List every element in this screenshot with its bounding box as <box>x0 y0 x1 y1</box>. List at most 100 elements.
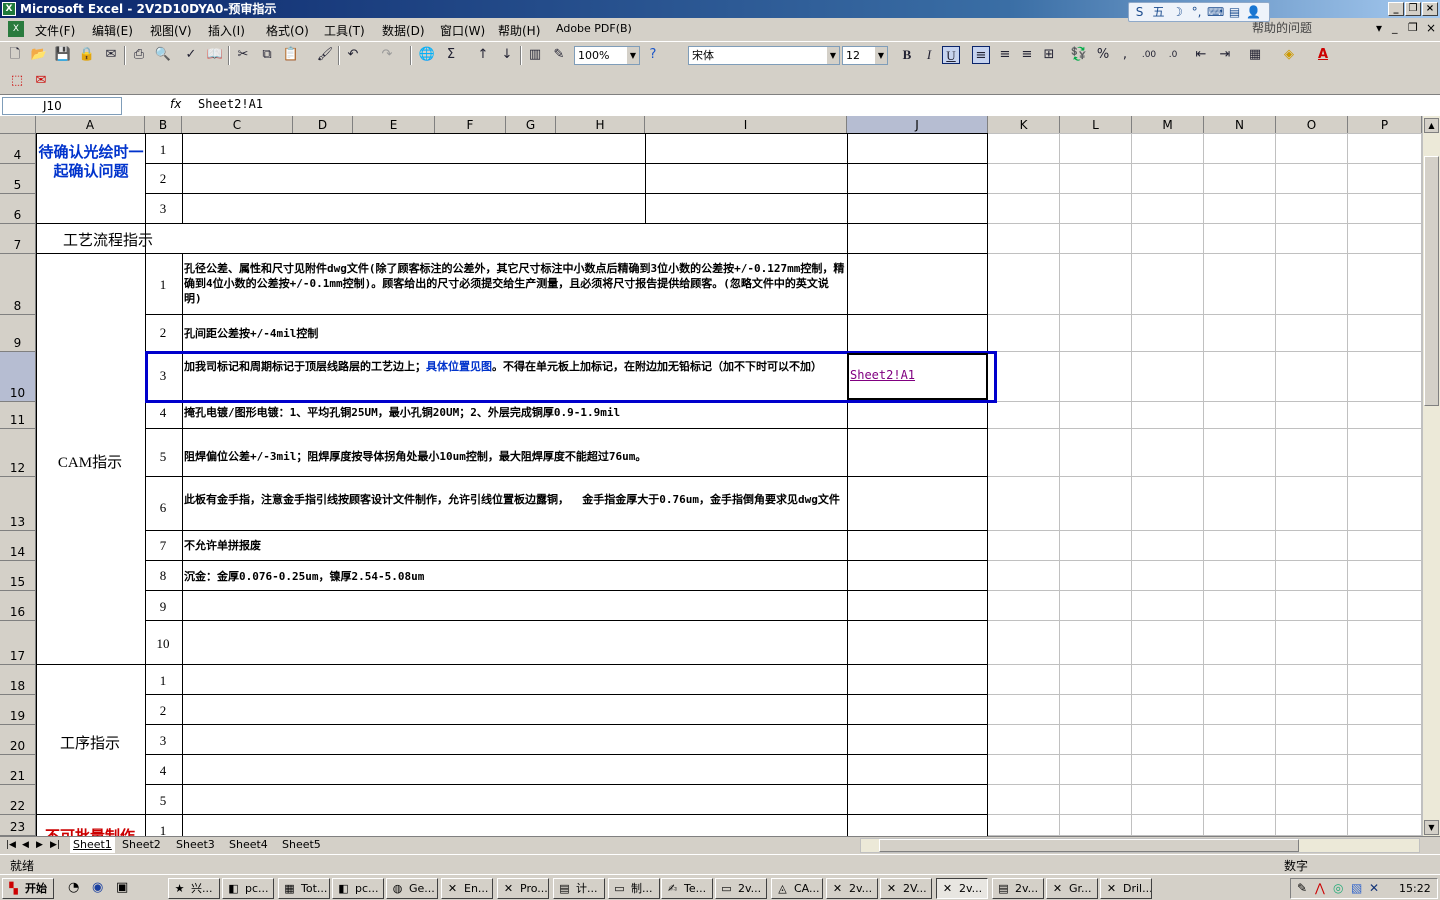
cam-text-4[interactable]: 掩孔电镀/图形电镀：1、平均孔铜25UM，最小孔铜20UM；2、外层完成铜厚0.… <box>184 405 846 420</box>
sheet-tab-4[interactable]: Sheet4 <box>229 837 268 853</box>
formula-input[interactable]: Sheet2!A1 <box>198 97 263 111</box>
horizontal-scrollbar[interactable] <box>860 838 1420 853</box>
chart-wizard-icon[interactable]: ▥ <box>526 46 544 64</box>
row-header-4[interactable]: 4 <box>0 134 36 164</box>
first-sheet-icon[interactable]: |◀ <box>6 837 16 853</box>
row-header-12[interactable]: 12 <box>0 429 36 477</box>
menu-file[interactable]: 文件(F) <box>35 22 75 39</box>
row-header-17[interactable]: 17 <box>0 621 36 665</box>
research-icon[interactable]: 📖 <box>206 46 224 64</box>
fill-color-icon[interactable]: ◈ <box>1280 46 1298 64</box>
cam-num-10[interactable]: 10 <box>146 636 180 652</box>
font-name-dropdown-icon[interactable]: ▼ <box>827 47 839 64</box>
copy-icon[interactable]: ⧉ <box>258 46 276 64</box>
row-header-23[interactable]: 23 <box>0 815 36 836</box>
vertical-scroll-thumb[interactable] <box>1424 156 1439 406</box>
ime-keyboard-icon[interactable]: ⌨ <box>1207 4 1224 20</box>
format-painter-icon[interactable]: 🖌 <box>316 46 334 64</box>
col-header-h[interactable]: H <box>556 116 645 134</box>
help-icon[interactable]: ? <box>644 46 662 64</box>
tray-icon-5[interactable]: ✕ <box>1369 881 1379 895</box>
row-header-18[interactable]: 18 <box>0 665 36 695</box>
decrease-decimal-icon[interactable]: .0 <box>1164 46 1182 64</box>
ime-logo-icon[interactable]: S <box>1131 4 1148 20</box>
percent-icon[interactable]: % <box>1094 46 1112 64</box>
comma-icon[interactable]: , <box>1116 46 1134 64</box>
col-header-j[interactable]: J <box>847 116 988 134</box>
cut-icon[interactable]: ✂ <box>234 46 252 64</box>
cam-num-6[interactable]: 6 <box>146 500 180 516</box>
tray-icon-2[interactable]: ⋀ <box>1315 881 1325 895</box>
align-right-icon[interactable]: ≡ <box>1018 46 1036 64</box>
restore-button[interactable]: ❐ <box>1405 2 1421 16</box>
doc-restore-button[interactable]: ❐ <box>1408 21 1418 34</box>
taskbar-item-7[interactable]: ✕ Pro... <box>497 878 549 899</box>
align-center-icon[interactable]: ≡ <box>996 46 1014 64</box>
undo-icon[interactable]: ↶ <box>344 46 362 64</box>
menu-insert[interactable]: 插入(I) <box>208 22 245 39</box>
cam-text-1[interactable]: 孔径公差、属性和尺寸见附件dwg文件(除了顾客标注的公差外，其它尺寸标注中小数点… <box>184 261 846 321</box>
row-header-11[interactable]: 11 <box>0 402 36 429</box>
row-header-13[interactable]: 13 <box>0 477 36 531</box>
zoom-combo[interactable]: 100% ▼ <box>574 46 640 65</box>
step-num-4[interactable]: 4 <box>146 763 180 779</box>
col-header-a[interactable]: A <box>36 116 145 134</box>
doc-close-button[interactable]: × <box>1426 21 1436 35</box>
cam-text-8[interactable]: 沉金：金厚0.076-0.25um，镍厚2.54-5.08um <box>184 569 846 584</box>
taskbar-item-17[interactable]: ✕ Gr... <box>1046 878 1098 899</box>
cam-num-9[interactable]: 9 <box>146 599 180 615</box>
col-header-g[interactable]: G <box>506 116 556 134</box>
taskbar-item-14[interactable]: ✕ 2V... <box>880 878 932 899</box>
cam-text-2[interactable]: 孔间距公差按+/-4mil控制 <box>184 326 846 341</box>
row-header-16[interactable]: 16 <box>0 591 36 621</box>
font-name-combo[interactable]: 宋体 ▼ <box>688 46 840 65</box>
menu-edit[interactable]: 编辑(E) <box>92 22 133 39</box>
quicklaunch-browser-icon[interactable]: ◉ <box>92 880 103 895</box>
cam-num-7[interactable]: 7 <box>146 538 180 554</box>
ime-user-icon[interactable]: 👤 <box>1245 4 1262 20</box>
convert-to-pdf-icon[interactable]: ⬚ <box>8 72 26 90</box>
paste-icon[interactable]: 📋 <box>282 46 300 64</box>
row-header-22[interactable]: 22 <box>0 785 36 815</box>
cam-text-7[interactable]: 不允许单拼报废 <box>184 538 846 553</box>
taskbar-item-11[interactable]: ▭ 2v... <box>715 878 767 899</box>
active-cell-j10[interactable] <box>847 353 988 400</box>
name-box[interactable]: J10 <box>2 97 122 115</box>
font-color-icon[interactable]: A <box>1314 46 1332 64</box>
sheet-tab-3[interactable]: Sheet3 <box>176 837 215 853</box>
merge-center-icon[interactable]: ⊞ <box>1040 46 1058 64</box>
taskbar-item-5[interactable]: ◍ Ge... <box>386 878 438 899</box>
ime-toolbar[interactable]: S 五 ☽ °, ⌨ ▤ 👤 <box>1128 2 1270 22</box>
nobatch-num-1[interactable]: 1 <box>146 823 180 836</box>
cell-b5[interactable]: 2 <box>146 171 180 187</box>
taskbar-item-18[interactable]: ✕ Dril... <box>1100 878 1152 899</box>
row-header-10[interactable]: 10 <box>0 352 36 402</box>
taskbar-item-13[interactable]: ✕ 2v... <box>826 878 878 899</box>
col-header-m[interactable]: M <box>1132 116 1204 134</box>
menu-adobe-pdf[interactable]: Adobe PDF(B) <box>556 22 632 35</box>
excel-icon[interactable]: X <box>2 2 16 16</box>
menu-view[interactable]: 视图(V) <box>150 22 192 39</box>
next-sheet-icon[interactable]: ▶ <box>36 837 43 853</box>
minimize-button[interactable]: _ <box>1388 2 1404 16</box>
row-header-15[interactable]: 15 <box>0 561 36 591</box>
row-header-7[interactable]: 7 <box>0 224 36 254</box>
taskbar-item-8[interactable]: ▤ 计... <box>553 878 605 899</box>
sort-descending-icon[interactable]: ↓ <box>498 46 516 64</box>
borders-icon[interactable]: ▦ <box>1246 46 1264 64</box>
taskbar-item-10[interactable]: ✍ Te... <box>661 878 713 899</box>
col-header-l[interactable]: L <box>1060 116 1132 134</box>
font-size-dropdown-icon[interactable]: ▼ <box>875 47 887 64</box>
underline-icon[interactable]: U <box>942 46 960 64</box>
new-icon[interactable]: 🗋 <box>6 46 24 64</box>
taskbar-item-12[interactable]: ◬ CA... <box>771 878 823 899</box>
row-header-20[interactable]: 20 <box>0 725 36 755</box>
document-icon[interactable]: X <box>8 21 24 37</box>
doc-minimize-button[interactable]: _ <box>1392 21 1398 34</box>
row-header-21[interactable]: 21 <box>0 755 36 785</box>
sheet-tab-1[interactable]: Sheet1 <box>70 837 115 853</box>
row-header-6[interactable]: 6 <box>0 194 36 224</box>
print-icon[interactable]: ⎙ <box>130 46 148 64</box>
tray-icon-1[interactable]: ✎ <box>1297 881 1307 895</box>
menu-format[interactable]: 格式(O) <box>266 22 309 39</box>
